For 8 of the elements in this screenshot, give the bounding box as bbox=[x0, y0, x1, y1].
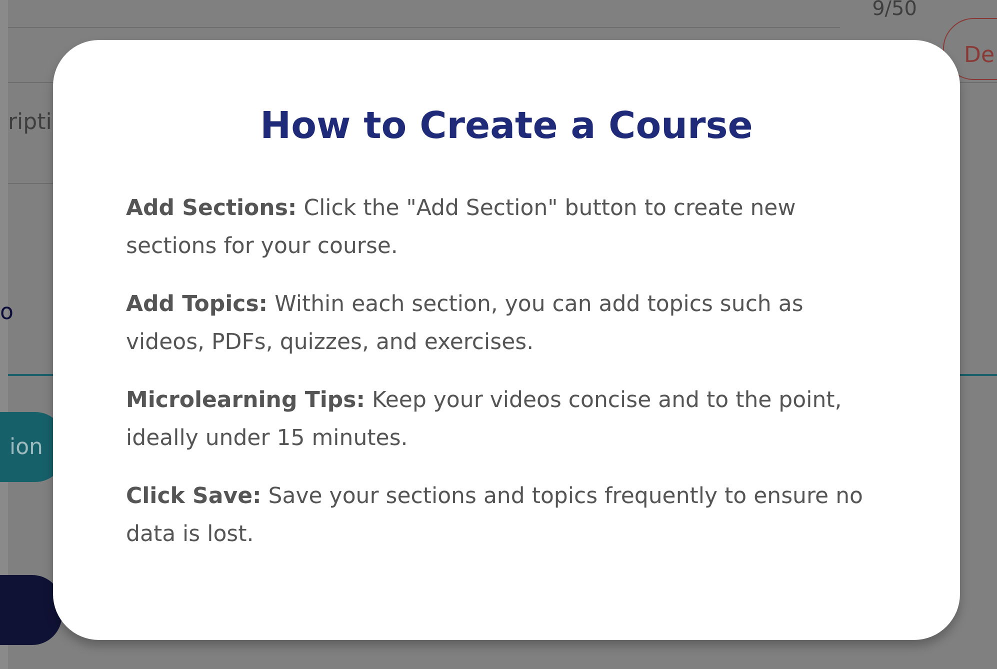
field-label: ripti bbox=[8, 109, 52, 137]
instruction-text: Microlearning Tips: Keep your videos concise and to the point, ideally under 15 minutes. bbox=[126, 386, 843, 452]
instruction-text: Click Save: Save your sections and topics frequently to ensure no data is lost. bbox=[126, 482, 864, 548]
instruction-text: Add Topics: Within each section, you can add topics such as videos, PDFs, quizzes, and exercises. bbox=[126, 290, 804, 356]
instruction-text: Add Sections: Click the "Add Section" button to create new sections for your course. bbox=[126, 194, 797, 260]
modal-title: How to Create a Course bbox=[259, 103, 754, 149]
field-value: o bbox=[0, 299, 14, 327]
character-counter: 9/50 bbox=[872, 0, 917, 18]
